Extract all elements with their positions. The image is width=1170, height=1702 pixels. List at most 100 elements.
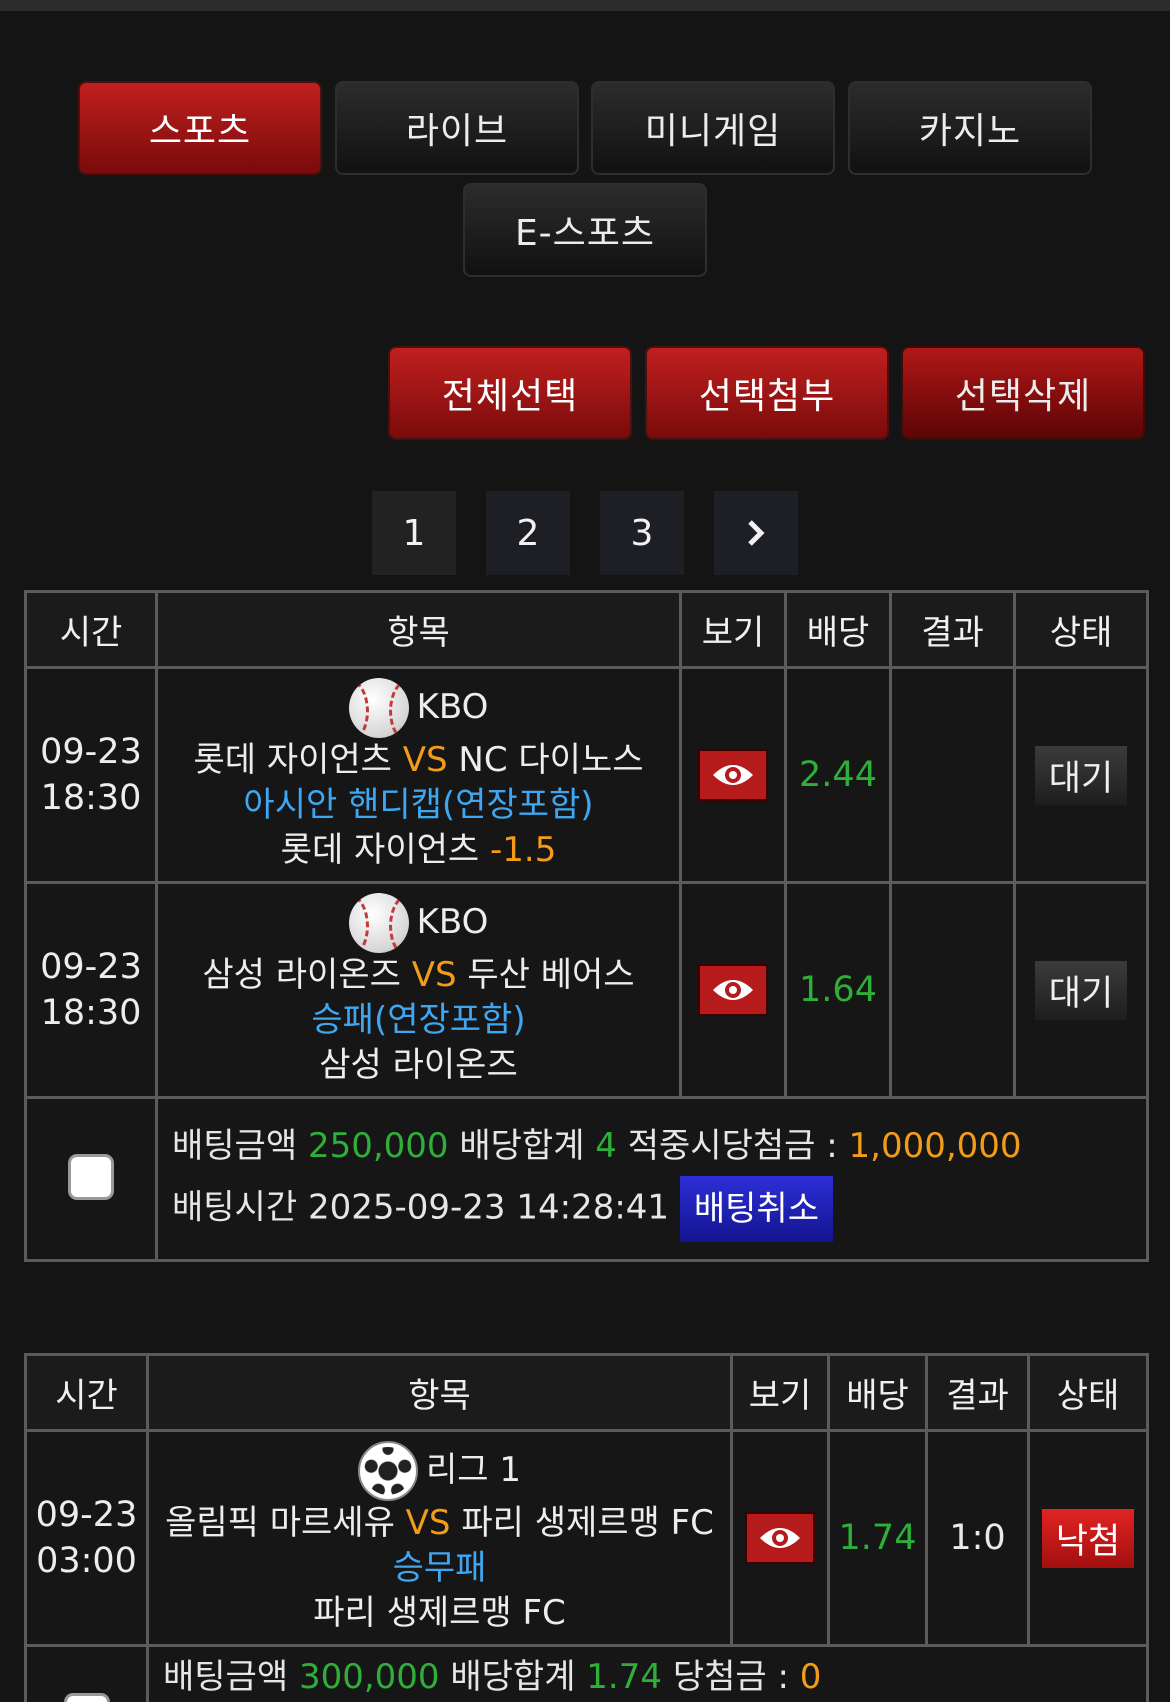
handicap-line: -1.5 bbox=[489, 829, 557, 870]
table-row: 09-23 03:00 리그 1 올림픽 마르세유 VS 파리 생제르맹 FC … bbox=[24, 1429, 1149, 1647]
tab-esports[interactable]: E-스포츠 bbox=[463, 183, 707, 277]
vs-label: VS bbox=[411, 954, 457, 995]
delete-selected-button[interactable]: 선택삭제 bbox=[901, 346, 1145, 440]
game-clock: 18:30 bbox=[40, 993, 142, 1033]
game-time: 09-23 18:30 bbox=[24, 666, 158, 884]
home-team: 올림픽 마르세유 bbox=[165, 1502, 395, 1543]
market-type: 아시안 핸디캡(연장포함) bbox=[243, 784, 594, 825]
eye-icon bbox=[760, 1528, 800, 1548]
header-view: 보기 bbox=[679, 590, 787, 669]
game-date: 09-23 bbox=[40, 732, 142, 772]
bet-summary-row: 배팅금액 300,000 배당합계 1.74 당첨금 : 0 bbox=[24, 1644, 1149, 1702]
home-team: 롯데 자이언츠 bbox=[193, 739, 392, 780]
status-cell: 낙첨 bbox=[1027, 1429, 1149, 1647]
table-header-row: 시간 항목 보기 배당 결과 상태 bbox=[24, 1353, 1149, 1432]
table-row: 09-23 18:30 KBO 롯데 자이언츠 VS NC 다이노스 아시안 핸… bbox=[24, 666, 1149, 884]
odds-total: 1.74 bbox=[586, 1657, 662, 1697]
button-label: 선택삭제 bbox=[954, 376, 1092, 417]
header-time: 시간 bbox=[24, 590, 158, 669]
tab-minigame[interactable]: 미니게임 bbox=[591, 81, 835, 175]
away-team: 두산 베어스 bbox=[467, 954, 635, 995]
game-item: KBO 삼성 라이온즈 VS 두산 베어스 승패(연장포함) 삼성 라이온즈 bbox=[155, 881, 682, 1099]
cancel-bet-button[interactable]: 배팅취소 bbox=[679, 1176, 833, 1242]
bet-summary-row: 배팅금액 250,000 배당합계 4 적중시당첨금 : 1,000,000 배… bbox=[24, 1096, 1149, 1262]
bet-summary: 배팅금액 250,000 배당합계 4 적중시당첨금 : 1,000,000 배… bbox=[155, 1096, 1149, 1262]
page-number: 3 bbox=[630, 512, 654, 554]
matchup: 올림픽 마르세유 VS 파리 생제르맹 FC bbox=[149, 1501, 730, 1546]
matchup: 삼성 라이온즈 VS 두산 베어스 bbox=[158, 953, 679, 998]
view-cell bbox=[730, 1429, 830, 1647]
league-name: KBO bbox=[416, 687, 489, 727]
eye-icon bbox=[713, 980, 753, 1000]
game-time: 09-23 03:00 bbox=[24, 1429, 149, 1647]
home-team: 삼성 라이온즈 bbox=[202, 954, 401, 995]
game-clock: 18:30 bbox=[40, 778, 142, 818]
tab-label: E-스포츠 bbox=[514, 213, 656, 254]
matchup: 롯데 자이언츠 VS NC 다이노스 bbox=[158, 738, 679, 783]
header-status: 상태 bbox=[1013, 590, 1149, 669]
tab-live[interactable]: 라이브 bbox=[335, 81, 579, 175]
select-checkbox[interactable] bbox=[68, 1154, 114, 1200]
bet-time: 2025-09-23 14:28:41 bbox=[307, 1187, 670, 1228]
view-button[interactable] bbox=[698, 964, 768, 1016]
baseball-icon bbox=[348, 677, 409, 738]
eye-icon bbox=[713, 765, 753, 785]
result-value bbox=[889, 881, 1016, 1099]
select-all-button[interactable]: 전체선택 bbox=[388, 346, 632, 440]
header-result: 결과 bbox=[889, 590, 1016, 669]
pick-team: 삼성 라이온즈 bbox=[319, 1044, 518, 1085]
summary-line-1: 배팅금액 250,000 배당합계 4 적중시당첨금 : 1,000,000 bbox=[172, 1116, 1146, 1176]
game-time: 09-23 18:30 bbox=[24, 881, 158, 1099]
payout-label: 당첨금 : bbox=[672, 1657, 789, 1697]
bet-time-label: 배팅시간 bbox=[172, 1187, 298, 1228]
table-row: 09-23 18:30 KBO 삼성 라이온즈 VS 두산 베어스 승패(연장포… bbox=[24, 881, 1149, 1099]
result-value: 1:0 bbox=[925, 1429, 1030, 1647]
amount-label: 배팅금액 bbox=[172, 1126, 298, 1166]
summary-line-1: 배팅금액 300,000 배당합계 1.74 당첨금 : 0 bbox=[163, 1647, 1146, 1702]
header-view: 보기 bbox=[730, 1353, 830, 1432]
game-item: 리그 1 올림픽 마르세유 VS 파리 생제르맹 FC 승무패 파리 생제르맹 … bbox=[146, 1429, 733, 1647]
attach-selected-button[interactable]: 선택첨부 bbox=[645, 346, 889, 440]
page-number: 2 bbox=[516, 512, 540, 554]
odds-value: 1.74 bbox=[827, 1429, 928, 1647]
view-button[interactable] bbox=[698, 749, 768, 801]
status-badge: 대기 bbox=[1034, 960, 1128, 1020]
tab-label: 스포츠 bbox=[148, 111, 252, 152]
header-result: 결과 bbox=[925, 1353, 1030, 1432]
market-type: 승패(연장포함) bbox=[311, 999, 526, 1040]
page-3[interactable]: 3 bbox=[600, 491, 684, 575]
button-label: 선택첨부 bbox=[698, 376, 836, 417]
league-name: 리그 1 bbox=[426, 1450, 521, 1490]
page-1[interactable]: 1 bbox=[372, 491, 456, 575]
bet-summary: 배팅금액 300,000 배당합계 1.74 당첨금 : 0 bbox=[146, 1644, 1149, 1702]
page-2[interactable]: 2 bbox=[486, 491, 570, 575]
league-line: KBO bbox=[158, 892, 679, 953]
odds-total-label: 배당합계 bbox=[450, 1657, 576, 1697]
bet-slip-2: 시간 항목 보기 배당 결과 상태 09-23 03:00 리그 1 올림픽 마… bbox=[24, 1353, 1149, 1702]
bet-amount: 250,000 bbox=[307, 1126, 449, 1166]
bet-slip-1: 시간 항목 보기 배당 결과 상태 09-23 18:30 KBO 롯데 자이언… bbox=[24, 590, 1149, 1262]
pick-team: 롯데 자이언츠 bbox=[280, 829, 480, 870]
league-line: KBO bbox=[158, 677, 679, 738]
odds-total-label: 배당합계 bbox=[459, 1126, 585, 1166]
away-team: 파리 생제르맹 FC bbox=[461, 1502, 714, 1543]
select-checkbox[interactable] bbox=[63, 1693, 110, 1702]
chevron-right-icon bbox=[748, 520, 765, 546]
vs-label: VS bbox=[402, 739, 448, 780]
pick: 롯데 자이언츠 -1.5 bbox=[158, 828, 679, 873]
header-time: 시간 bbox=[24, 1353, 149, 1432]
game-date: 09-23 bbox=[35, 1495, 138, 1535]
next-page-button[interactable] bbox=[714, 491, 798, 575]
header-item: 항목 bbox=[155, 590, 682, 669]
pick-team: 파리 생제르맹 FC bbox=[313, 1592, 566, 1633]
header-odds: 배당 bbox=[827, 1353, 928, 1432]
tab-casino[interactable]: 카지노 bbox=[848, 81, 1092, 175]
tab-sports[interactable]: 스포츠 bbox=[78, 81, 322, 175]
status-badge: 대기 bbox=[1034, 745, 1128, 805]
button-label: 전체선택 bbox=[441, 376, 579, 417]
summary-line-2: 배팅시간 2025-09-23 14:28:41 배팅취소 bbox=[172, 1176, 1146, 1242]
view-button[interactable] bbox=[745, 1512, 815, 1564]
result-value bbox=[889, 666, 1016, 884]
status-cell: 대기 bbox=[1013, 666, 1149, 884]
away-team: NC 다이노스 bbox=[458, 739, 644, 780]
